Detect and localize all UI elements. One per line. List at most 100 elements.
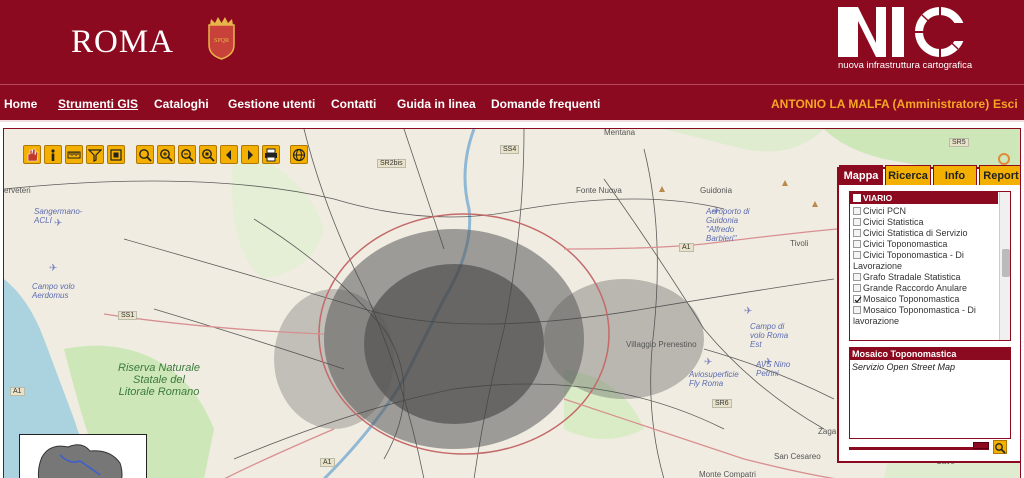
layer-item[interactable]: Mosaico Toponomastica: [853, 294, 993, 305]
print-icon[interactable]: [262, 145, 280, 164]
info-title: Mosaico Toponomastica: [850, 348, 1010, 360]
layer-info-box: Mosaico Toponomastica Servizio Open Stre…: [849, 347, 1011, 439]
info-text: Servizio Open Street Map: [852, 362, 956, 372]
svg-text:✈: ✈: [704, 357, 712, 368]
globe-icon[interactable]: [290, 145, 308, 164]
svg-text:SPQR: SPQR: [214, 38, 229, 44]
tab-report[interactable]: Report: [979, 165, 1020, 185]
layer-checkbox[interactable]: [853, 284, 861, 292]
layer-checkbox[interactable]: [853, 240, 861, 248]
layer-item[interactable]: Civici Toponomastica: [853, 239, 993, 250]
layer-label: Civici Statistica: [863, 217, 924, 227]
road-shield: SS4: [500, 145, 520, 154]
tab-mappa[interactable]: Mappa: [839, 165, 883, 185]
zoom-layer-icon[interactable]: [199, 145, 217, 164]
next-view-icon[interactable]: [241, 145, 259, 164]
map-label-riserva: Riserva Naturale Statale del Litorale Ro…: [118, 362, 200, 398]
layer-checkbox[interactable]: [853, 273, 861, 281]
layer-item[interactable]: Grande Raccordo Anulare: [853, 283, 993, 294]
logout-link[interactable]: Esci: [993, 97, 1018, 111]
layer-checkbox[interactable]: [853, 251, 861, 259]
current-user[interactable]: ANTONIO LA MALFA (Amministratore): [771, 97, 989, 111]
zoom-to-layer-button[interactable]: [993, 440, 1007, 454]
layer-checkbox[interactable]: [853, 218, 861, 226]
nav-guida-in-linea[interactable]: Guida in linea: [397, 97, 476, 111]
tab-ricerca[interactable]: Ricerca: [885, 165, 931, 185]
map-label-campo-aerdomus: Campo volo Aerdomus: [32, 282, 75, 300]
layer-item[interactable]: Civici Statistica di Servizio: [853, 228, 993, 239]
zoom-in-icon[interactable]: [157, 145, 175, 164]
layer-scrollbar[interactable]: [999, 192, 1010, 340]
layer-item[interactable]: Civici PCN: [853, 206, 993, 217]
road-shield: A1: [320, 458, 335, 467]
map-label-villaggio-prenestino: Villaggio Prenestino: [626, 340, 697, 349]
layer-item[interactable]: Civici Statistica: [853, 217, 993, 228]
map-label-aeroporto: Aeroporto di Guidonia "Alfredo Barbieri": [706, 207, 750, 243]
pan-hand-icon[interactable]: [23, 145, 41, 164]
layer-checkbox[interactable]: [853, 229, 861, 237]
map-label-avs-nino: AVS Nino Petrini: [756, 360, 791, 378]
layer-label: Civici Statistica di Servizio: [863, 228, 968, 238]
zoom-out-icon[interactable]: [178, 145, 196, 164]
opacity-slider-track[interactable]: [849, 447, 989, 450]
svg-text:✈: ✈: [49, 263, 57, 274]
scrollbar-thumb[interactable]: [1002, 249, 1010, 277]
road-shield: SR2bis: [377, 159, 406, 168]
layer-checkbox[interactable]: [853, 306, 861, 314]
layer-group-label: VIARIO: [863, 193, 893, 203]
overview-map[interactable]: [19, 434, 147, 478]
layer-group-header[interactable]: VIARIO: [850, 192, 998, 204]
road-shield: A1: [679, 243, 694, 252]
tab-info[interactable]: Info: [933, 165, 977, 185]
layer-item[interactable]: Grafo Stradale Statistica: [853, 272, 993, 283]
magnifier-icon: [995, 443, 1006, 454]
info-icon[interactable]: [44, 145, 62, 164]
map-label-aviosuperficie: Aviosuperficie Fly Roma: [689, 370, 739, 388]
layer-label-continuation: lavorazione: [853, 316, 900, 326]
layer-label: Mosaico Toponomastica - Di: [863, 305, 976, 315]
nav-domande-frequenti[interactable]: Domande frequenti: [491, 97, 600, 111]
map-label-san-cesareo: San Cesareo: [774, 452, 821, 461]
opacity-slider-handle[interactable]: [973, 442, 989, 449]
layer-label: Civici PCN: [863, 206, 907, 216]
map-canvas[interactable]: ✈ ✈ ✈ ✈ ✈ ✈ Mentana Fonte Nuova Guidonia…: [3, 128, 1021, 478]
main-nav: Home Strumenti GIS Cataloghi Gestione ut…: [0, 84, 1024, 122]
road-shield: SR5: [949, 138, 969, 147]
measure-distance-icon[interactable]: [65, 145, 83, 164]
layer-label-continuation: Lavorazione: [853, 261, 903, 271]
layer-checkbox[interactable]: [853, 207, 861, 215]
overview-map-shape: [37, 444, 123, 478]
layer-panel: Mappa Ricerca Info Report VIARIO Civici …: [837, 165, 1020, 463]
map-label-fonte-nuova: Fonte Nuova: [576, 186, 622, 195]
layer-item[interactable]: Mosaico Toponomastica - Di: [853, 305, 993, 316]
layer-item[interactable]: Civici Toponomastica - Di: [853, 250, 993, 261]
roma-crest-icon: SPQR: [208, 17, 235, 60]
nic-tagline: nuova infrastruttura cartografica: [838, 60, 973, 71]
filter-funnel-icon[interactable]: [86, 145, 104, 164]
nav-strumenti-gis[interactable]: Strumenti GIS: [58, 97, 138, 111]
nav-cataloghi[interactable]: Cataloghi: [154, 97, 209, 111]
map-label-cerveteri: erveteri: [4, 186, 31, 195]
nav-home[interactable]: Home: [4, 97, 37, 111]
layer-label: Civici Toponomastica: [863, 239, 948, 249]
zoom-box-icon[interactable]: [136, 145, 154, 164]
map-label-sangermano: Sangermano-ACLI: [34, 207, 83, 225]
layer-label: Civici Toponomastica - Di: [863, 250, 964, 260]
layer-label: Grande Raccordo Anulare: [863, 283, 968, 293]
group-checkbox[interactable]: [853, 194, 861, 202]
map-label-tivoli: Tivoli: [790, 239, 809, 248]
roma-logo[interactable]: ROMA: [71, 24, 174, 61]
layer-label: Grafo Stradale Statistica: [863, 272, 961, 282]
nav-gestione-utenti[interactable]: Gestione utenti: [228, 97, 315, 111]
nav-contatti[interactable]: Contatti: [331, 97, 376, 111]
layer-label: Mosaico Toponomastica: [863, 294, 960, 304]
map-label-zagarolo: Zaga: [818, 427, 837, 436]
previous-view-icon[interactable]: [220, 145, 238, 164]
layer-checkbox-checked[interactable]: [853, 295, 862, 303]
layer-tree[interactable]: VIARIO Civici PCN Civici Statistica Civi…: [849, 191, 1011, 341]
site-header: ROMA SPQR nuova infrastruttura cartograf…: [0, 0, 1024, 84]
map-label-campo-roma-est: Campo di volo Roma Est: [750, 322, 789, 349]
map-label-monte-compatri: Monte Compatri: [699, 470, 756, 478]
zoom-extent-icon[interactable]: [107, 145, 125, 164]
map-label-guidonia: Guidonia: [700, 186, 733, 195]
